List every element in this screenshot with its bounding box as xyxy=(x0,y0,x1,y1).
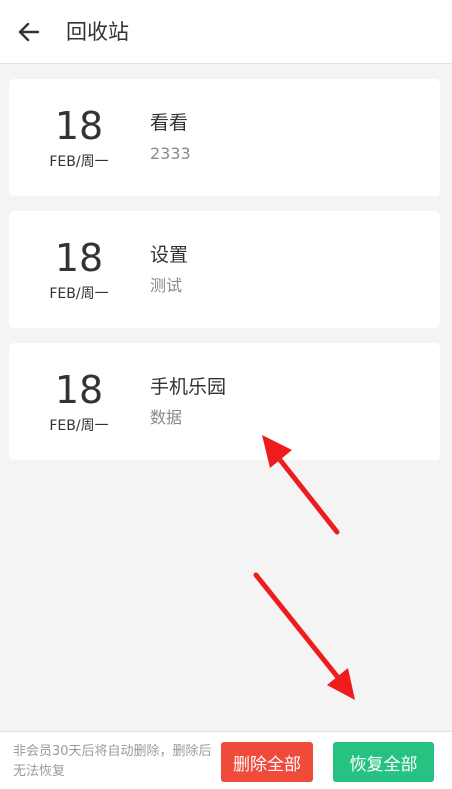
item-title: 设置 xyxy=(150,244,189,266)
item-day: 18 xyxy=(54,236,104,280)
list-item[interactable]: 18 FEB/周一 设置 测试 xyxy=(9,211,440,328)
footer-bar: 非会员30天后将自动删除，删除后无法恢复 删除全部 恢复全部 xyxy=(0,731,452,789)
item-subtitle: 测试 xyxy=(150,276,183,295)
arrow-left-icon[interactable] xyxy=(16,19,42,45)
recycle-bin-list: 18 FEB/周一 看看 2333 18 FEB/周一 设置 测试 18 FEB… xyxy=(9,79,440,475)
item-day: 18 xyxy=(54,368,104,412)
annotation-arrow-down xyxy=(253,572,355,700)
list-item[interactable]: 18 FEB/周一 看看 2333 xyxy=(9,79,440,196)
back-button[interactable] xyxy=(10,14,48,50)
page-title: 回收站 xyxy=(66,20,129,44)
item-month-week: FEB/周一 xyxy=(49,286,109,302)
item-month-week: FEB/周一 xyxy=(49,418,109,434)
item-subtitle: 2333 xyxy=(150,144,191,163)
delete-all-button[interactable]: 删除全部 xyxy=(221,742,313,782)
restore-all-button[interactable]: 恢复全部 xyxy=(333,742,434,782)
auto-delete-notice: 非会员30天后将自动删除，删除后无法恢复 xyxy=(13,744,212,779)
item-title: 看看 xyxy=(150,112,189,134)
item-month-week: FEB/周一 xyxy=(49,154,109,170)
item-subtitle: 数据 xyxy=(150,408,183,427)
item-title: 手机乐园 xyxy=(150,376,227,398)
item-day: 18 xyxy=(54,104,104,148)
app-header: 回收站 xyxy=(0,0,452,64)
list-item[interactable]: 18 FEB/周一 手机乐园 数据 xyxy=(9,343,440,460)
